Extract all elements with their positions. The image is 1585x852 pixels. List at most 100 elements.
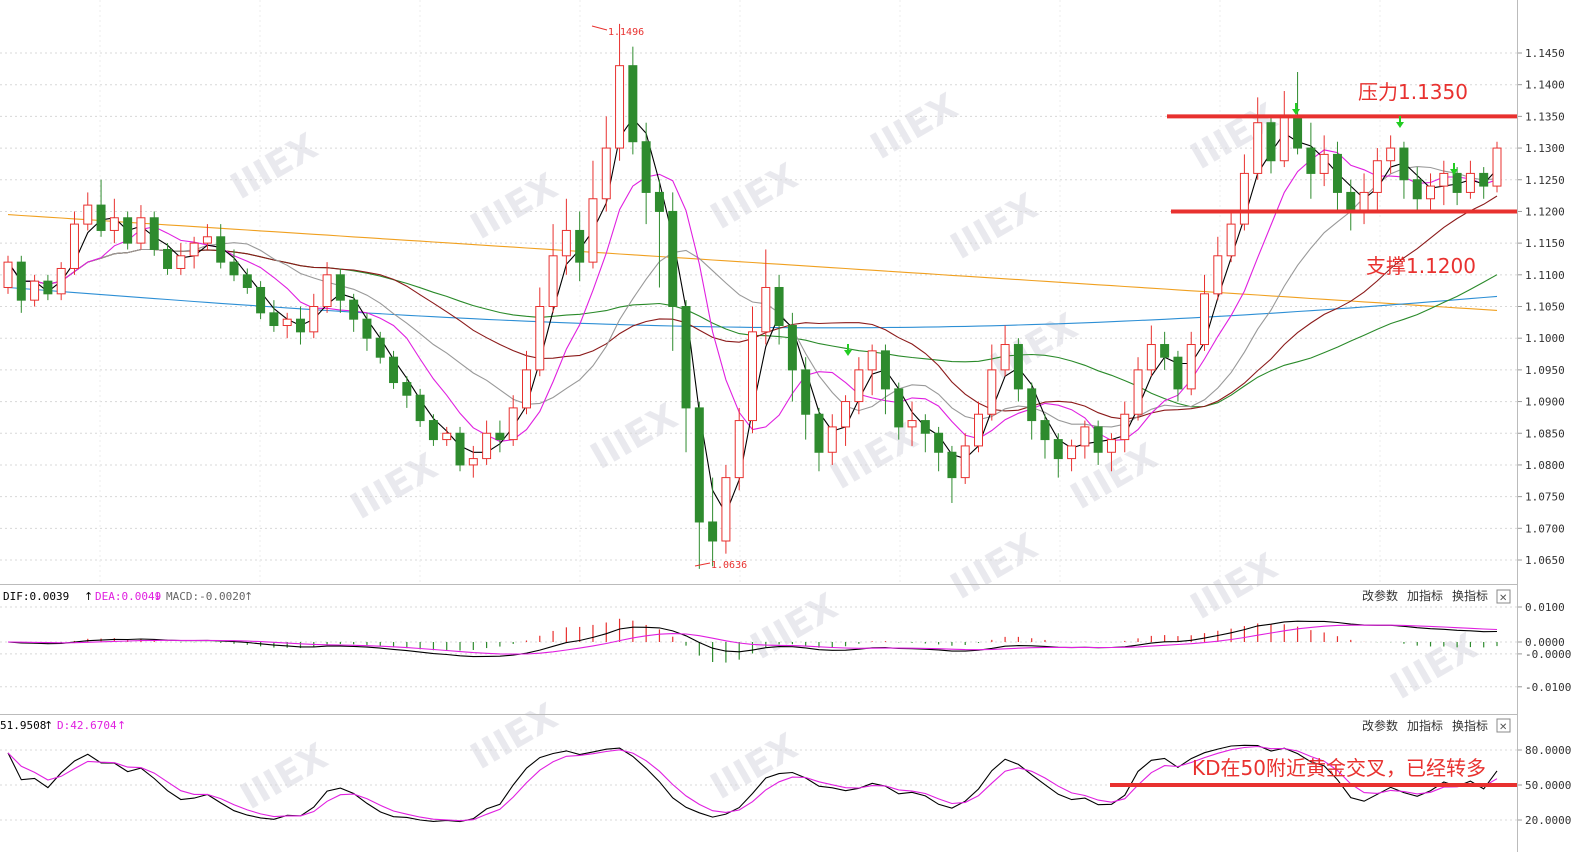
candle-body	[1372, 160, 1382, 193]
candle-body	[1399, 147, 1409, 181]
high-label: 1.1496	[608, 27, 644, 38]
candle-body	[734, 420, 744, 479]
candle-body	[708, 521, 718, 542]
candle-body	[1093, 426, 1103, 453]
price-tick-label: 1.1350	[1525, 110, 1565, 123]
close-icon: ✕	[1499, 722, 1507, 733]
candle-body	[1253, 122, 1263, 174]
candle-body	[894, 388, 904, 428]
price-tick-label: 1.0650	[1525, 554, 1565, 567]
candle-body	[389, 356, 399, 384]
candle-body	[482, 432, 492, 460]
up-arrow-icon: ↑	[44, 719, 53, 732]
dif-label: DIF:0.0039	[3, 590, 69, 603]
price-tick-label: 1.0750	[1525, 491, 1565, 504]
candle-body	[495, 432, 505, 441]
watermark-text: IIIEX	[234, 736, 335, 818]
watermark-text: IIIEX	[944, 526, 1045, 608]
watermark-text: IIIEX	[464, 166, 565, 248]
watermark-text: IIIEX	[744, 586, 845, 668]
candle-body	[149, 217, 159, 250]
candle-body	[442, 432, 452, 441]
price-tick-label: 1.0900	[1525, 396, 1565, 409]
macd-tick-label: 0.0100	[1525, 601, 1565, 614]
kd-annotation: KD在50附近黄金交叉，已经转多	[1192, 756, 1486, 780]
watermark-text: IIIEX	[824, 416, 925, 498]
candle-body	[56, 267, 66, 295]
macd-legend: DIF:0.0039 ↑ DEA:0.0049 ↓ MACD:-0.0020 ↑	[3, 590, 253, 603]
candle-body	[1492, 147, 1502, 187]
candle-body	[508, 407, 518, 441]
candle-body	[1106, 439, 1116, 453]
d-label: D:42.6704	[57, 719, 117, 732]
candle-body	[827, 426, 837, 453]
candle-body	[123, 217, 133, 244]
candle-body	[30, 280, 40, 301]
candle-body	[654, 191, 664, 212]
candle-body	[561, 229, 571, 257]
price-tick-label: 1.1050	[1525, 301, 1565, 314]
candle-body	[615, 65, 625, 149]
candle-body	[535, 306, 545, 371]
add-indicator-button[interactable]: 加指标	[1407, 588, 1443, 603]
resistance-label: 压力1.1350	[1358, 80, 1468, 104]
price-tick-label: 1.0950	[1525, 364, 1565, 377]
candle-body	[1293, 115, 1303, 149]
candle-body	[256, 286, 266, 314]
candle-body	[1186, 344, 1196, 390]
candle-body	[1386, 147, 1396, 162]
watermark-text: IIIEX	[584, 396, 685, 478]
candle-body	[934, 432, 944, 453]
candle-body	[575, 229, 585, 263]
candle-body	[522, 369, 531, 409]
candle-body	[415, 394, 425, 422]
low-label: 1.0636	[711, 560, 747, 571]
candle-body	[960, 445, 970, 479]
add-indicator-button[interactable]: 加指标	[1407, 718, 1443, 733]
watermark-text: IIIEX	[704, 156, 805, 238]
switch-indicator-button[interactable]: 换指标	[1452, 718, 1488, 733]
candle-body	[136, 217, 146, 244]
switch-indicator-button[interactable]: 换指标	[1452, 588, 1488, 603]
candle-body	[375, 337, 385, 358]
candle-body	[202, 236, 212, 244]
change-params-button[interactable]: 改参数	[1362, 718, 1398, 733]
candle-body	[1133, 369, 1143, 415]
candle-body	[867, 350, 877, 371]
candle-body	[1013, 344, 1023, 390]
candle-body	[468, 458, 478, 466]
candle-body	[1319, 153, 1329, 174]
candle-body	[428, 420, 438, 441]
candle-body	[920, 420, 930, 434]
macd-tick-label: -0.0000	[1525, 648, 1571, 661]
candle-body	[96, 204, 106, 231]
k-label: 51.9508	[0, 719, 46, 732]
candle-body	[1053, 439, 1063, 460]
signal-arrow-icon	[844, 344, 852, 356]
candle-body	[349, 299, 359, 320]
candle-body	[801, 369, 811, 415]
price-tick-label: 1.1000	[1525, 332, 1565, 345]
watermark-layer: IIIEX IIIEX IIIEX IIIEXIIIEXIIIEXIIIEXIIIEX…	[224, 86, 1485, 818]
candle-body	[974, 413, 983, 447]
candle-body	[335, 274, 345, 301]
candle-body	[1439, 172, 1449, 187]
kd-tick-label: 20.0000	[1525, 814, 1571, 827]
candle-body	[322, 274, 332, 307]
kd-legend: 51.9508 ↑ D:42.6704 ↑	[0, 719, 126, 732]
candle-body	[402, 382, 412, 396]
watermark-text: IIIEX	[984, 306, 1085, 388]
price-tick-label: 1.1200	[1525, 205, 1565, 218]
change-params-button[interactable]: 改参数	[1362, 588, 1398, 603]
up-arrow-icon: ↑	[84, 590, 93, 603]
candle-body	[83, 204, 93, 225]
candle-body	[1160, 344, 1170, 358]
candle-body	[668, 210, 678, 307]
watermark-text: IIIEX	[344, 446, 445, 528]
chart-stage: IIIEX IIIEX IIIEX IIIEXIIIEXIIIEXIIIEXIIIEX…	[0, 0, 1571, 852]
candle-body	[601, 147, 611, 200]
candle-body	[216, 236, 226, 263]
watermark-text: IIIEX	[1184, 546, 1285, 628]
candle-body	[362, 318, 372, 339]
low-marker	[694, 562, 711, 567]
